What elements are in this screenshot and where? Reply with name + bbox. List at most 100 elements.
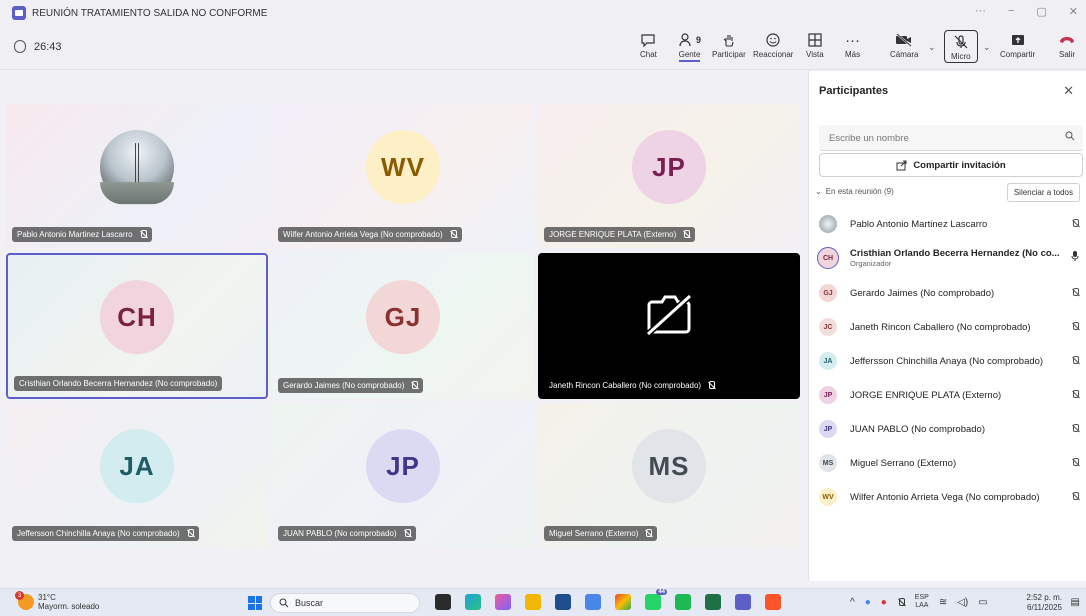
avatar-initials: MS [632, 429, 706, 504]
participant-row[interactable]: WV Wilfer Antonio Arrieta Vega (No compr… [819, 482, 1083, 512]
avatar [819, 215, 837, 233]
in-meeting-section-header[interactable]: ⌄ En esta reunión (9) [815, 187, 894, 196]
more-button[interactable]: ··· Más [845, 30, 861, 60]
video-tile[interactable]: GJ Gerardo Jaimes (No comprobado) [272, 253, 534, 399]
mic-button[interactable]: Micro [944, 30, 978, 63]
people-icon: 9 [678, 30, 701, 50]
tray-app-icon[interactable]: ● [865, 597, 871, 608]
camera-button[interactable]: Cámara [890, 30, 918, 59]
leave-button[interactable]: Salir [1058, 30, 1076, 59]
share-invite-button[interactable]: Compartir invitación [819, 153, 1083, 177]
participant-photo [100, 130, 174, 205]
taskbar-search[interactable]: Buscar [270, 593, 420, 613]
avatar: JP [819, 420, 837, 438]
video-tile[interactable]: Janeth Rincon Caballero (No comprobado) [538, 253, 800, 399]
mic-off-icon [951, 32, 971, 52]
tray-app-icon[interactable]: ● [881, 597, 887, 608]
mic-off-icon [1071, 322, 1079, 331]
volume-icon[interactable]: ◁) [957, 597, 968, 608]
shield-icon [14, 40, 26, 53]
close-button[interactable]: ✕ [1069, 5, 1078, 18]
participant-row[interactable]: JA Jeffersson Chinchilla Anaya (No compr… [819, 346, 1083, 376]
meeting-timer: 26:43 [14, 40, 62, 53]
meeting-toolbar: 26:43 Chat 9 Gente Participar Reaccionar… [0, 26, 1086, 70]
battery-icon[interactable]: ▭ [978, 597, 987, 608]
chat-button[interactable]: Chat [640, 30, 657, 59]
video-tile-active-speaker[interactable]: CH Cristhian Orlando Becerra Hernandez (… [6, 253, 268, 399]
participant-row[interactable]: MS Miguel Serrano (Externo) [819, 448, 1083, 478]
smiley-icon [765, 30, 781, 50]
participant-row[interactable]: JC Janeth Rincon Caballero (No comprobad… [819, 312, 1083, 342]
people-button[interactable]: 9 Gente [678, 30, 701, 62]
maximize-button[interactable]: ▢ [1036, 5, 1046, 18]
mic-off-icon [1071, 458, 1079, 467]
avatar-initials: JA [100, 429, 174, 504]
video-tile[interactable]: JP JORGE ENRIQUE PLATA (Externo) [538, 104, 800, 248]
participant-row[interactable]: JP JUAN PABLO (No comprobado) [819, 414, 1083, 444]
mic-options-chevron-icon[interactable]: ⌄ [983, 42, 991, 53]
participant-row[interactable]: Pablo Antonio Martinez Lascarro [819, 209, 1083, 239]
video-tile[interactable]: JP JUAN PABLO (No comprobado) [272, 403, 534, 547]
ellipsis-icon: ··· [845, 31, 861, 49]
share-icon [1010, 30, 1026, 50]
excel-icon[interactable] [705, 594, 721, 610]
weather-widget[interactable]: 3 31°C Mayorm. soleado [15, 591, 100, 611]
participant-search-input[interactable]: Escribe un nombre [819, 125, 1083, 151]
brave-icon[interactable] [765, 594, 781, 610]
participant-row[interactable]: GJ Gerardo Jaimes (No comprobado) [819, 278, 1083, 308]
raise-hand-button[interactable]: Participar [712, 30, 746, 59]
share-icon [896, 160, 907, 170]
video-tile[interactable]: WV Wilfer Antonio Arrieta Vega (No compr… [272, 104, 534, 248]
tile-nametag: JUAN PABLO (No comprobado) [278, 526, 416, 541]
store-icon[interactable] [555, 594, 571, 610]
view-button[interactable]: Vista [806, 30, 824, 59]
hand-icon [721, 30, 737, 50]
participant-row[interactable]: JP JORGE ENRIQUE PLATA (Externo) [819, 380, 1083, 410]
mute-all-button[interactable]: Silenciar a todos [1006, 183, 1080, 202]
title-bar: REUNIÓN TRATAMIENTO SALIDA NO CONFORME ·… [0, 0, 1086, 26]
app-icon[interactable] [585, 594, 601, 610]
video-tile[interactable]: MS Miguel Serrano (Externo) [538, 403, 800, 547]
chat-label: Chat [640, 50, 657, 59]
video-tile[interactable]: JA Jeffersson Chinchilla Anaya (No compr… [6, 403, 268, 547]
avatar: JA [819, 352, 837, 370]
file-explorer-icon[interactable] [525, 594, 541, 610]
mic-off-icon[interactable] [897, 597, 905, 607]
mic-off-icon [644, 529, 653, 538]
mic-off-icon [1071, 390, 1079, 399]
minimize-button[interactable]: − [1008, 5, 1014, 18]
teams-logo-icon [12, 6, 26, 20]
copilot-icon[interactable] [495, 594, 511, 610]
avatar-initials: JP [366, 429, 440, 504]
mic-on-icon [1071, 251, 1079, 264]
participant-row-organizer[interactable]: CH Cristhian Orlando Becerra Hernandez (… [817, 241, 1083, 275]
edge-icon[interactable] [465, 594, 481, 610]
task-view-icon[interactable] [435, 594, 451, 610]
weather-badge: 3 [15, 591, 24, 600]
wifi-icon[interactable]: ≋ [939, 597, 947, 608]
mic-off-icon [186, 529, 194, 538]
camera-off-icon [895, 30, 913, 50]
windows-start-icon[interactable] [248, 596, 262, 610]
timer-text: 26:43 [34, 40, 62, 53]
mic-off-icon [410, 381, 419, 390]
chat-icon [640, 30, 656, 50]
video-tile[interactable]: Pablo Antonio Martinez Lascarro [6, 104, 268, 248]
whatsapp-icon[interactable]: 44 [645, 589, 667, 610]
avatar: MS [819, 454, 837, 472]
chevron-up-icon[interactable]: ^ [850, 597, 855, 608]
tile-nametag: Miguel Serrano (Externo) [544, 526, 658, 541]
sun-icon: 3 [15, 591, 34, 610]
chrome-icon[interactable] [615, 594, 631, 610]
notification-icon[interactable]: ▤ [1071, 597, 1080, 608]
language-indicator[interactable]: ESP LAA [915, 594, 929, 610]
weather-text: Mayorm. soleado [38, 602, 100, 611]
teams-icon[interactable] [735, 594, 751, 610]
more-options-icon[interactable]: ··· [975, 5, 986, 18]
camera-options-chevron-icon[interactable]: ⌄ [928, 42, 936, 53]
close-icon[interactable]: ✕ [1063, 83, 1074, 99]
clock[interactable]: 2:52 p. m. 6/11/2025 [1026, 593, 1062, 613]
spotify-icon[interactable] [675, 594, 691, 610]
react-button[interactable]: Reaccionar [753, 30, 793, 59]
share-button[interactable]: Compartir [1000, 30, 1035, 59]
